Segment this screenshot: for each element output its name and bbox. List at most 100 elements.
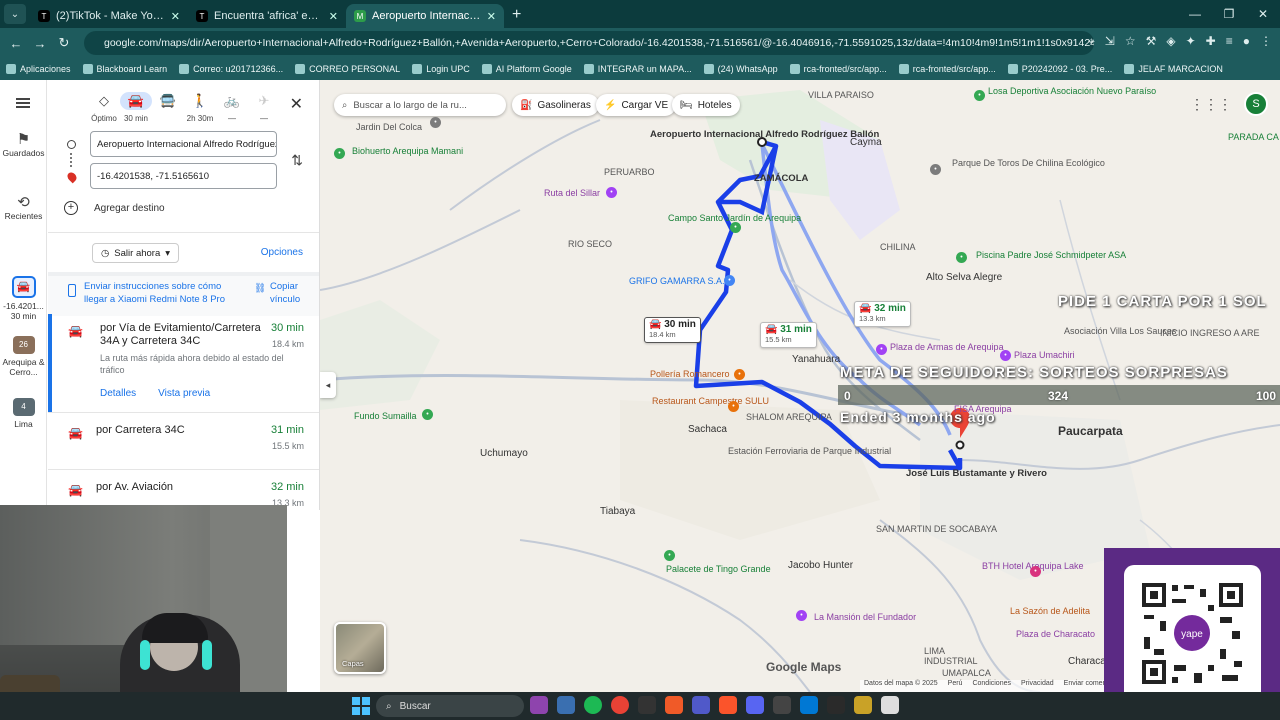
map-label-poi[interactable]: Losa Deportiva Asociación Nuevo Paraíso xyxy=(988,86,1156,96)
map-label-poi[interactable]: Piscina Padre José Schmidpeter ASA xyxy=(976,250,1126,260)
landmark-icon[interactable]: • xyxy=(796,610,807,621)
landmark-icon[interactable]: • xyxy=(1000,350,1011,361)
extension-icon[interactable]: ◈ xyxy=(1166,34,1175,49)
landmark-icon[interactable]: • xyxy=(876,344,887,355)
app-icon[interactable] xyxy=(773,696,791,714)
windows-start-icon[interactable] xyxy=(352,697,370,715)
tab-google-maps[interactable]: M Aeropuerto Internacional Alfre ✕ xyxy=(346,4,504,28)
sidebar-icon[interactable]: ≡ xyxy=(1226,34,1233,49)
place-icon[interactable]: • xyxy=(430,117,441,128)
discord-icon[interactable] xyxy=(746,696,764,714)
new-tab-button[interactable]: + xyxy=(512,6,521,24)
restaurant-icon[interactable]: • xyxy=(734,369,745,380)
chip-gas-stations[interactable]: ⛽ Gasolineras xyxy=(512,94,599,116)
map-label-poi[interactable]: Fundo Sumailla xyxy=(354,411,417,421)
app-icon[interactable] xyxy=(557,696,575,714)
restaurant-icon[interactable]: • xyxy=(728,401,739,412)
tab-search-button[interactable]: ⌄ xyxy=(4,4,26,24)
epic-games-icon[interactable] xyxy=(827,696,845,714)
bookmark-item[interactable]: INTEGRAR un MAPA... xyxy=(583,64,692,74)
map-label-poi[interactable]: Plaza Umachiri xyxy=(1014,350,1075,360)
account-avatar[interactable]: S xyxy=(1244,92,1268,116)
url-bar[interactable]: google.com/maps/dir/Aeropuerto+Internaci… xyxy=(84,31,1094,55)
close-directions-icon[interactable]: ✕ xyxy=(290,94,303,114)
route-option-1[interactable]: 🚘 por Vía de Evitamiento/Carretera 34A y… xyxy=(48,314,319,412)
app-icon[interactable] xyxy=(530,696,548,714)
sports-icon[interactable]: • xyxy=(974,90,985,101)
mode-flights[interactable]: ✈ — xyxy=(244,92,284,123)
map-label-poi[interactable]: BTH Hotel Arequipa Lake xyxy=(982,561,1084,571)
forward-icon[interactable]: → xyxy=(28,36,52,51)
chip-hotels[interactable]: 🛏 Hoteles xyxy=(672,94,740,116)
layers-button[interactable]: Capas xyxy=(334,622,386,674)
details-link[interactable]: Detalles xyxy=(100,388,136,399)
map-label-airport[interactable]: Aeropuerto Internacional Alfredo Rodrígu… xyxy=(650,130,879,140)
gas-station-icon[interactable]: • xyxy=(724,275,735,286)
menu-icon[interactable]: ⋮ xyxy=(1260,34,1272,49)
bookmark-item[interactable]: rca-fronted/src/app... xyxy=(789,64,887,74)
bookmark-item[interactable]: CORREO PERSONAL xyxy=(295,64,400,74)
bookmark-item[interactable]: Aplicaciones xyxy=(6,64,71,74)
destination-input[interactable]: -16.4201538, -71.5165610 xyxy=(90,163,277,189)
park-icon[interactable]: • xyxy=(334,148,345,159)
map-label-poi[interactable]: Restaurant Campestre SULU xyxy=(652,396,769,406)
park-icon[interactable]: • xyxy=(664,550,675,561)
recent-item-arequipa[interactable]: 26 Arequipa & Cerro... xyxy=(0,336,47,377)
minimize-button[interactable]: — xyxy=(1178,0,1212,28)
collapse-panel-button[interactable]: ◂ xyxy=(320,372,336,398)
pool-icon[interactable]: • xyxy=(956,252,967,263)
map-label-poi[interactable]: Biohuerto Arequipa Mamani xyxy=(352,146,463,156)
close-tab-icon[interactable]: ✕ xyxy=(171,10,180,23)
maximize-button[interactable]: ❐ xyxy=(1212,0,1246,28)
map-label-poi[interactable]: La Mansión del Fundador xyxy=(814,612,916,622)
google-apps-icon[interactable]: ⋮⋮⋮ xyxy=(1190,96,1232,113)
bookmark-item[interactable]: JELAF MARCACION xyxy=(1124,64,1223,74)
landmark-icon[interactable]: • xyxy=(606,187,617,198)
route-time-label-3[interactable]: 🚘 32 min 13.3 km xyxy=(854,301,911,327)
close-window-button[interactable]: ✕ xyxy=(1246,0,1280,28)
route-time-label-2[interactable]: 🚘 31 min 15.5 km xyxy=(760,322,817,348)
stadium-icon[interactable]: • xyxy=(930,164,941,175)
leave-now-dropdown[interactable]: ◷ Salir ahora ▾ xyxy=(92,243,180,263)
map-label-poi[interactable]: Plaza de Characato xyxy=(1016,629,1095,639)
hamburger-menu-icon[interactable] xyxy=(16,98,30,108)
bookmark-item[interactable]: (24) WhatsApp xyxy=(703,64,778,74)
bookmark-item[interactable]: P20242092 - 03. Pre... xyxy=(1007,64,1112,74)
reload-icon[interactable]: ↻ xyxy=(52,35,76,51)
bookmark-item[interactable]: Login UPC xyxy=(412,64,470,74)
route-search-input[interactable]: ⌕ Buscar a lo largo de la ru... xyxy=(334,94,506,116)
brave-icon[interactable] xyxy=(719,696,737,714)
route-time-label-1[interactable]: 🚘 30 min 18.4 km xyxy=(644,317,701,343)
cemetery-icon[interactable]: • xyxy=(730,222,741,233)
bookmark-item[interactable]: rca-fronted/src/app... xyxy=(898,64,996,74)
spotify-icon[interactable] xyxy=(584,696,602,714)
recent-item-route[interactable]: 🚘 -16.4201... 30 min xyxy=(0,276,47,321)
map-label-poi[interactable]: Parque De Toros De Chilina Ecológico xyxy=(952,158,1105,168)
app-icon[interactable] xyxy=(665,696,683,714)
chrome-icon[interactable] xyxy=(611,696,629,714)
bookmark-item[interactable]: AI Platform Google xyxy=(481,64,572,74)
map-label-poi[interactable]: Plaza de Armas de Arequipa xyxy=(890,342,1004,352)
recent-button[interactable]: ⟲ Recientes xyxy=(0,195,47,221)
chip-ev-charging[interactable]: ⚡ Cargar VE xyxy=(596,94,677,116)
add-destination-button[interactable]: + Agregar destino xyxy=(64,201,165,215)
app-icon[interactable] xyxy=(881,696,899,714)
bookmark-item[interactable]: Blackboard Learn xyxy=(82,64,167,74)
vscode-icon[interactable] xyxy=(800,696,818,714)
github-icon[interactable] xyxy=(638,696,656,714)
park-icon[interactable]: • xyxy=(422,409,433,420)
taskbar-search[interactable]: ⌕ Buscar xyxy=(376,695,524,717)
map-label-poi[interactable]: La Sazón de Adelita xyxy=(1010,606,1090,616)
back-icon[interactable]: ← xyxy=(4,36,28,51)
location-icon[interactable]: ⌖ xyxy=(1088,34,1095,49)
swap-icon[interactable]: ⇅ xyxy=(291,152,303,169)
close-tab-icon[interactable]: ✕ xyxy=(487,10,496,23)
bookmark-item[interactable]: Correo: u201712366... xyxy=(179,64,283,74)
options-link[interactable]: Opciones xyxy=(261,247,303,258)
route-option-2[interactable]: 🚘 por Carretera 34C 31 min 15.5 km xyxy=(48,414,319,470)
tab-tiktok-search[interactable]: T Encuentra 'africa' en TikTok | Bu ✕ xyxy=(188,4,346,28)
tab-tiktok[interactable]: T (2)TikTok - Make Your Day ✕ xyxy=(30,4,188,28)
copy-link-button[interactable]: ⛓ Copiar vínculo xyxy=(254,280,314,306)
map-label-poi[interactable]: Ruta del Sillar xyxy=(544,188,600,198)
hotel-icon[interactable]: • xyxy=(1030,566,1041,577)
